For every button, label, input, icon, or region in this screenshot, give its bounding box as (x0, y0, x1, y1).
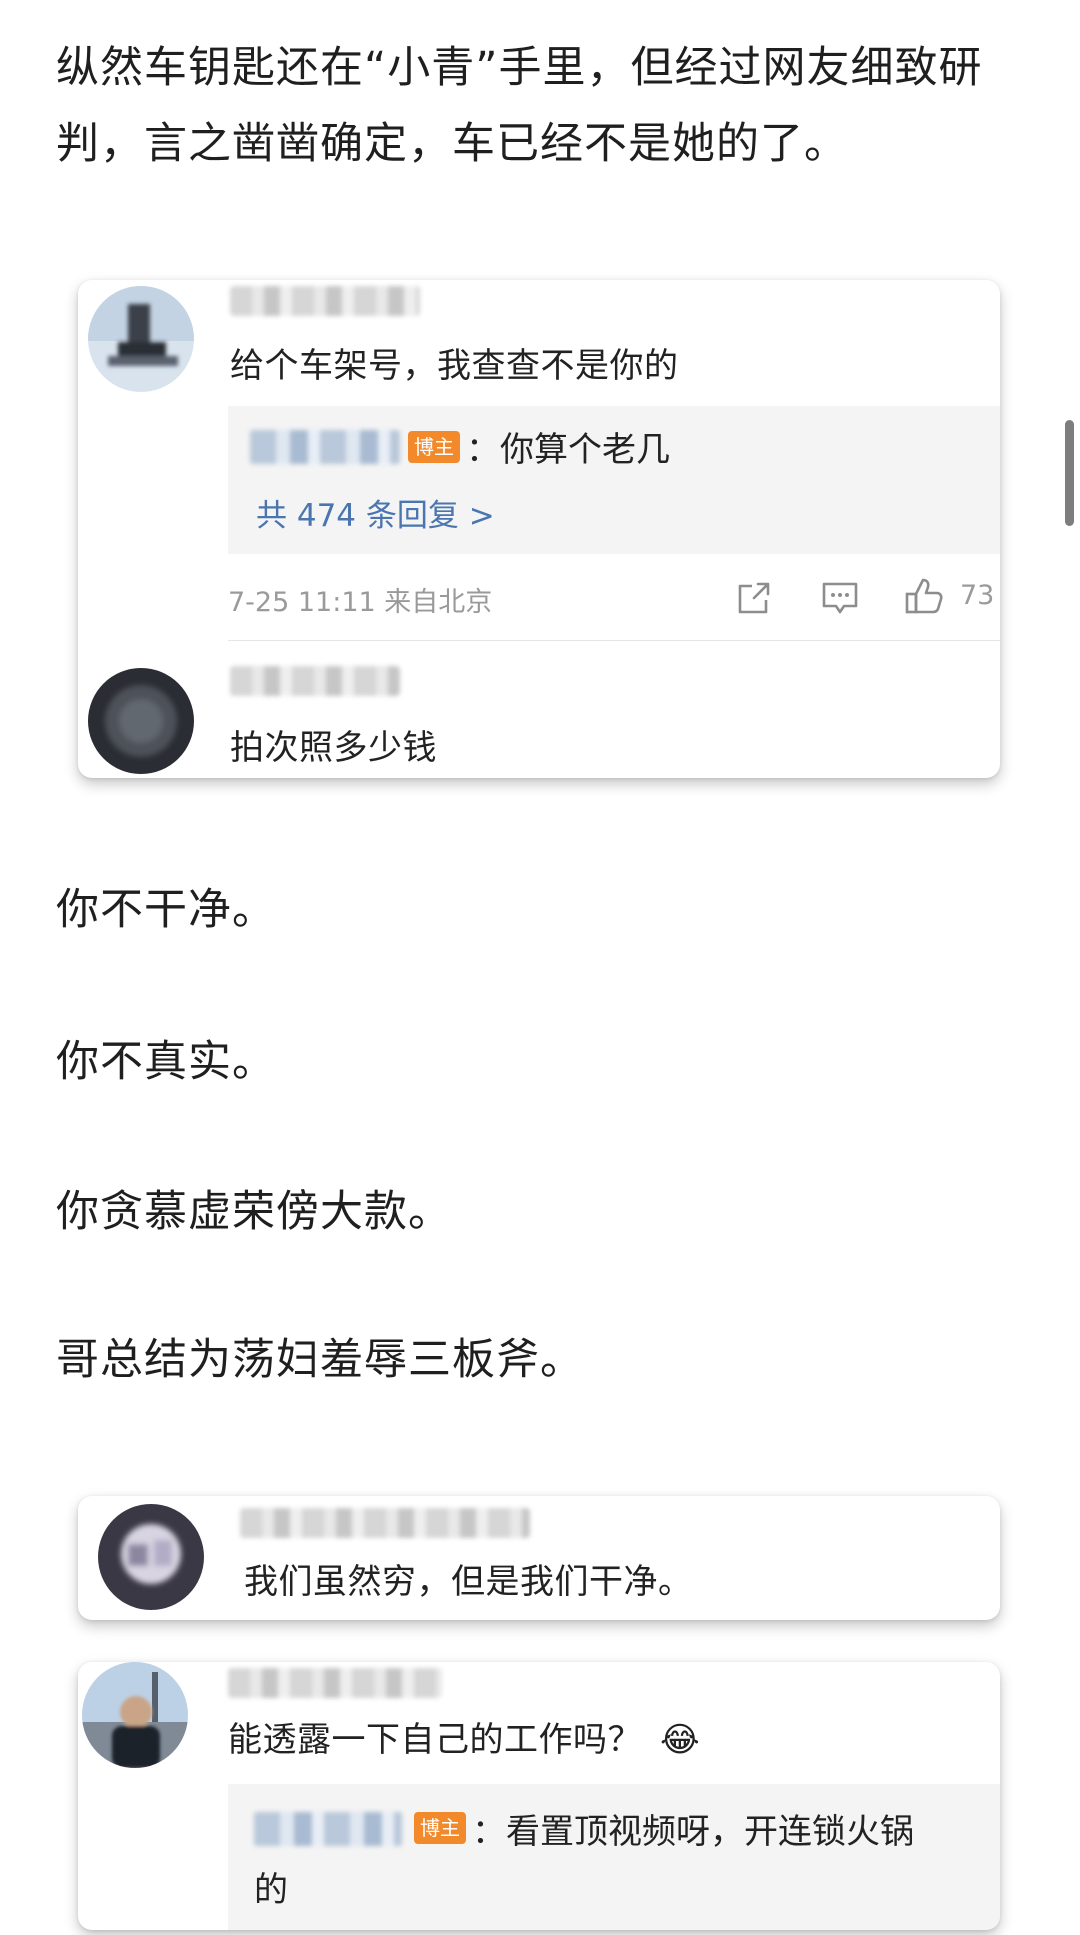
username[interactable] (230, 666, 400, 696)
article-line: 哥总结为荡妇羞辱三板斧。 (56, 1335, 584, 1385)
article-line: 你贪慕虚荣傍大款。 (56, 1187, 452, 1237)
comment-text-body: 能透露一下自己的工作吗？ (228, 1720, 642, 1760)
share-icon[interactable] (734, 578, 774, 618)
article-line: 你不真实。 (56, 1037, 276, 1087)
avatar[interactable] (98, 1504, 204, 1610)
article-line: 你不干净。 (56, 885, 276, 935)
like-count: 73 (960, 580, 995, 611)
avatar[interactable] (88, 668, 194, 774)
reply-text: ：看置顶视频呀，开连锁火锅 (472, 1812, 914, 1852)
comment-text: 给个车架号，我查查不是你的 (230, 346, 679, 386)
reply-text-continued: 的 (254, 1870, 288, 1910)
username[interactable] (230, 286, 420, 316)
comment-text: 能透露一下自己的工作吗？ 😂 (228, 1712, 700, 1761)
username[interactable] (240, 1508, 530, 1538)
reply-count-link[interactable]: 共 474 条回复 > (256, 490, 495, 535)
scrollbar[interactable] (1065, 420, 1074, 526)
comment-meta: 7-25 11:11 来自北京 (228, 587, 493, 618)
divider (228, 640, 1000, 641)
blogger-badge: 博主 (408, 431, 460, 463)
comment-card-3: 能透露一下自己的工作吗？ 😂 博主 ：看置顶视频呀，开连锁火锅 的 (78, 1662, 1000, 1930)
reply-username[interactable] (250, 430, 400, 464)
comment-card-1: 给个车架号，我查查不是你的 博主 ：你算个老几 共 474 条回复 > 7-25… (78, 280, 1000, 778)
avatar[interactable] (82, 1662, 188, 1768)
reply-text: ：你算个老几 (466, 430, 670, 470)
avatar[interactable] (88, 286, 194, 392)
laughing-crying-emoji-icon: 😂 (660, 1720, 701, 1760)
like-icon[interactable] (904, 576, 944, 616)
comment-card-2: 我们虽然穷，但是我们干净。 (78, 1496, 1000, 1620)
reply-username[interactable] (254, 1812, 402, 1846)
blogger-badge: 博主 (414, 1812, 466, 1844)
article-paragraph: 纵然车钥匙还在“小青”手里，但经过网友细致研判，言之凿凿确定，车已经不是她的了。 (56, 43, 983, 169)
comment-icon[interactable] (820, 578, 860, 618)
reply-box[interactable]: 博主 ：看置顶视频呀，开连锁火锅 的 (228, 1784, 1000, 1930)
reply-box[interactable]: 博主 ：你算个老几 共 474 条回复 > (228, 406, 1000, 554)
username[interactable] (228, 1668, 442, 1698)
comment-text: 拍次照多少钱 (230, 728, 437, 768)
comment-text: 我们虽然穷，但是我们干净。 (244, 1562, 693, 1602)
